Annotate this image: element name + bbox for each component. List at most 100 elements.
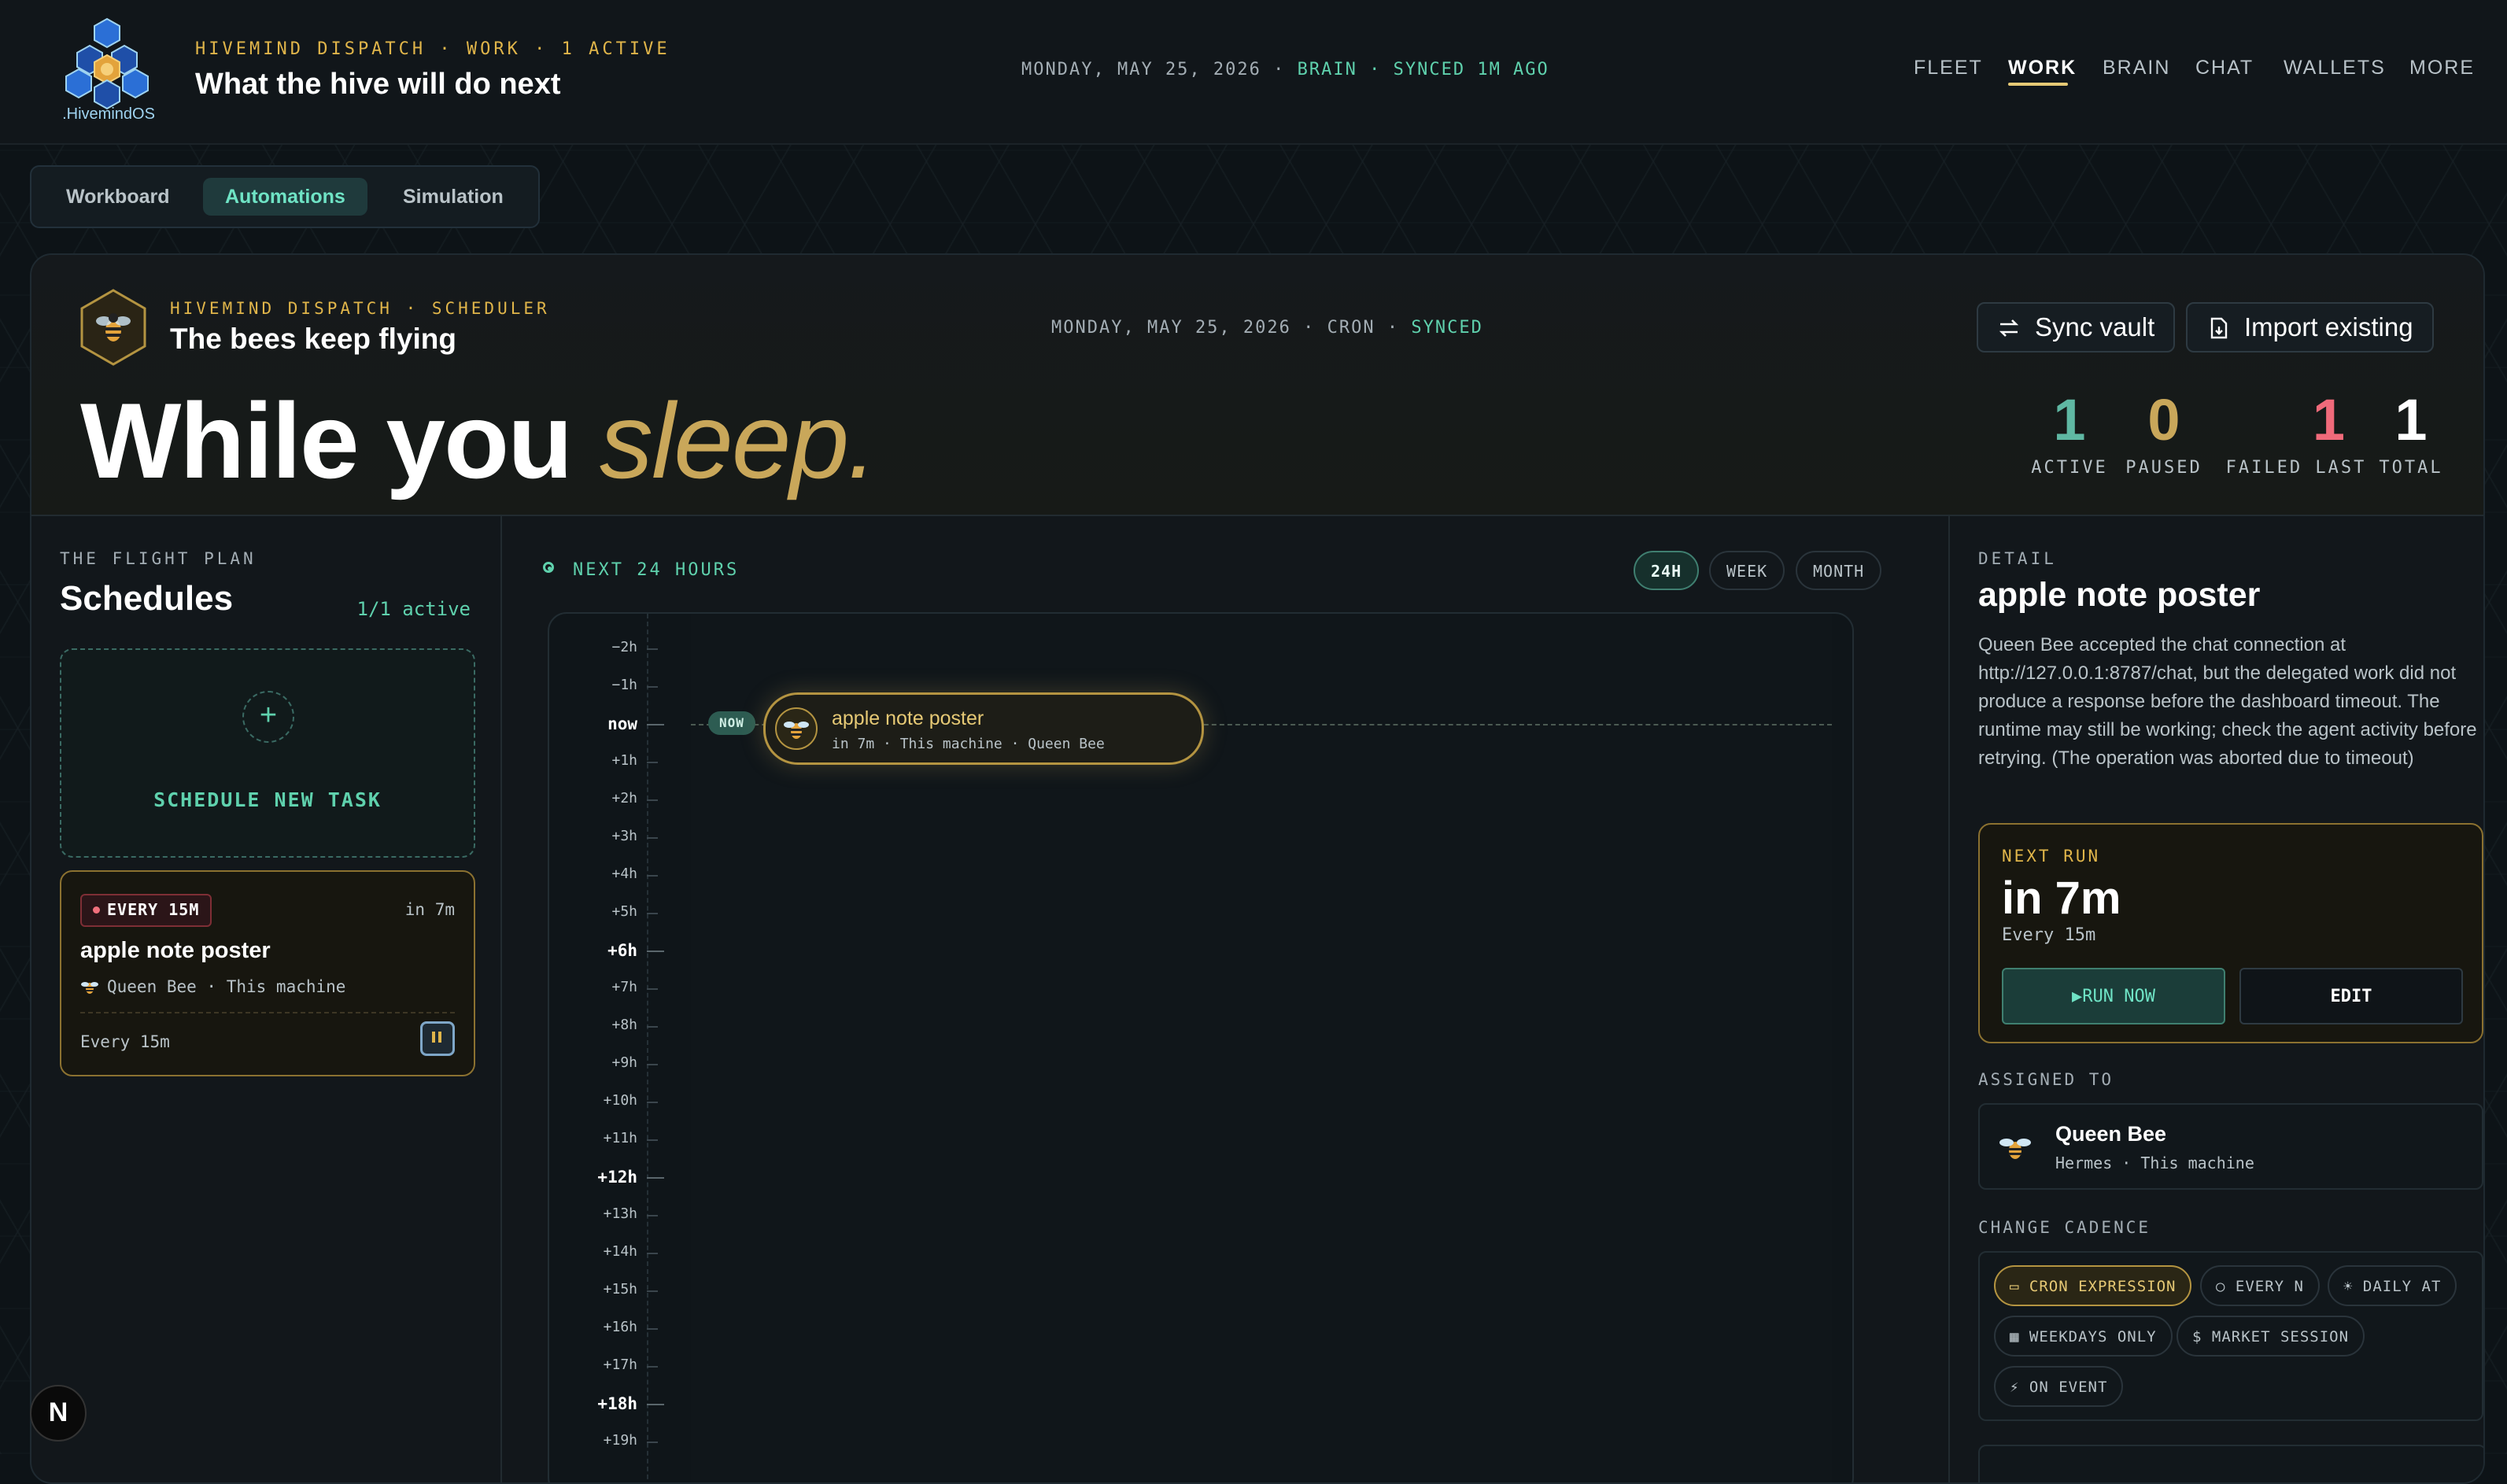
cadence-on-event[interactable]: ⚡ ON EVENT [1994,1366,2124,1407]
tick-label: +19h [603,1432,637,1449]
tick-mark [647,1404,664,1405]
tick-mark [647,988,658,990]
tick-label: +8h [611,1017,637,1033]
nav-chat[interactable]: CHAT [2195,57,2254,79]
tick-label: +1h [611,752,637,769]
import-existing-label: Import existing [2244,312,2413,341]
assigned-name: Queen Bee [2055,1122,2167,1146]
hero-accent: sleep. [600,381,877,500]
assigned-label: ASSIGNED TO [1978,1070,2114,1089]
nav-more[interactable]: MORE [2409,57,2475,79]
plus-icon: + [242,691,294,743]
cadence-weekdays-only[interactable]: ▦ WEEKDAYS ONLY [1994,1316,2173,1357]
cadence-options: ▭ CRON EXPRESSION ○ EVERY N ☀ DAILY AT ▦… [1978,1251,2483,1421]
assigned-meta: Hermes · This machine [2055,1154,2254,1172]
header-status: MONDAY, MAY 25, 2026 · BRAIN · SYNCED 1M… [1021,60,1549,79]
cadence-market-session[interactable]: $ MARKET SESSION [2177,1316,2365,1357]
file-import-icon [2210,317,2228,339]
pause-button[interactable] [420,1021,455,1056]
now-pill: NOW [708,711,755,735]
scheduler-status: MONDAY, MAY 25, 2026 · CRON · SYNCED [1051,318,1483,338]
tick-mark [647,913,658,914]
stat-active-label: ACTIVE [2031,458,2108,478]
logo-text: .HivemindOS [62,105,155,123]
run-now-button[interactable]: ▶RUN NOW [2002,968,2225,1024]
tick-label: +18h [597,1394,637,1413]
scheduler-status-synced: SYNCED [1411,318,1483,338]
tab-simulation[interactable]: Simulation [381,178,526,216]
cadence-badge: EVERY 15M [80,894,212,927]
corner-badge[interactable]: N [30,1385,87,1442]
cadence-daily-at[interactable]: ☀ DAILY AT [2328,1265,2457,1306]
cadence-cron-expression[interactable]: ▭ CRON EXPRESSION [1994,1265,2192,1306]
tick-label: −2h [611,639,637,655]
live-dot-icon [543,562,554,573]
next-run-sub: Every 15m [2002,925,2096,945]
schedule-next-in: in 7m [404,900,455,919]
tick-label: +6h [607,941,637,960]
tick-mark [647,1139,658,1141]
nav-brain[interactable]: BRAIN [2103,57,2170,79]
tick-mark [647,1253,658,1254]
tick-mark [647,1177,664,1179]
schedule-card[interactable]: EVERY 15M in 7m apple note poster Queen … [60,870,475,1076]
nav-work[interactable]: WORK [2008,57,2077,79]
view-tabs: Workboard Automations Simulation [30,165,540,228]
range-24h[interactable]: 24H [1634,551,1700,590]
card-divider [80,1012,455,1013]
timeline-event[interactable]: apple note poster in 7m · This machine ·… [763,692,1204,765]
tick-mark [647,1290,658,1292]
tick-label: now [607,714,637,733]
nav-wallets[interactable]: WALLETS [2284,57,2386,79]
tick-label: −1h [611,677,637,693]
bee-avatar-icon [775,707,818,750]
timeline-heading: NEXT 24 HOURS [573,560,740,580]
range-month[interactable]: MONTH [1796,551,1882,590]
header-eyebrow: HIVEMIND DISPATCH · WORK · 1 ACTIVE [195,39,670,59]
sync-vault-label: Sync vault [2035,312,2155,341]
tick-label: +7h [611,979,637,995]
detail-title: apple note poster [1978,576,2261,614]
assigned-agent[interactable]: Queen Bee Hermes · This machine [1978,1103,2483,1190]
next-run-value: in 7m [2002,873,2121,924]
edit-button[interactable]: EDIT [2239,968,2463,1024]
detail-description: Queen Bee accepted the chat connection a… [1978,634,2477,769]
stat-failed-value: 1 [2312,387,2345,452]
stat-total: 1 TOTAL [2364,389,2458,478]
scheduler-title: The bees keep flying [170,323,456,355]
schedule-new-task-button[interactable]: + SCHEDULE NEW TASK [60,648,475,858]
tick-label: +17h [603,1357,637,1373]
tick-label: +16h [603,1319,637,1335]
event-title: apple note poster [832,707,984,729]
tick-mark [647,1328,658,1330]
tick-label: +5h [611,903,637,920]
nav-fleet[interactable]: FLEET [1914,57,1983,79]
schedules-count: 1/1 active [356,598,471,620]
tab-workboard[interactable]: Workboard [44,178,192,216]
next-run-card: NEXT RUN in 7m Every 15m ▶RUN NOW EDIT [1978,823,2483,1043]
range-week[interactable]: WEEK [1709,551,1785,590]
failed-dot-icon [93,906,100,914]
tick-mark [647,951,664,952]
tick-mark [647,648,658,650]
stat-active: 1 ACTIVE [2022,389,2117,478]
header-status-brain: BRAIN · SYNCED 1M AGO [1297,60,1549,79]
import-existing-button[interactable]: Import existing [2186,302,2434,353]
sync-vault-button[interactable]: Sync vault [1977,302,2176,353]
stat-total-value: 1 [2394,387,2428,452]
sync-icon [1999,319,2019,337]
scheduler-status-prefix: MONDAY, MAY 25, 2026 · CRON · [1051,318,1412,338]
flight-plan-eyebrow: THE FLIGHT PLAN [60,549,257,568]
schedule-meta: Queen Bee · This machine [80,977,345,996]
event-meta: in 7m · This machine · Queen Bee [832,736,1105,752]
tick-label: +3h [611,828,637,844]
tick-label: +4h [611,866,637,882]
header-status-date: MONDAY, MAY 25, 2026 · [1021,60,1298,79]
cadence-every-n[interactable]: ○ EVERY N [2200,1265,2320,1306]
stat-total-label: TOTAL [2379,458,2443,478]
schedule-every: Every 15m [80,1032,170,1051]
hero-heading: While you sleep. [80,379,877,502]
stat-paused-value: 0 [2147,387,2180,452]
tab-automations[interactable]: Automations [203,178,367,216]
stat-failed-label: FAILED LAST [2225,458,2367,478]
